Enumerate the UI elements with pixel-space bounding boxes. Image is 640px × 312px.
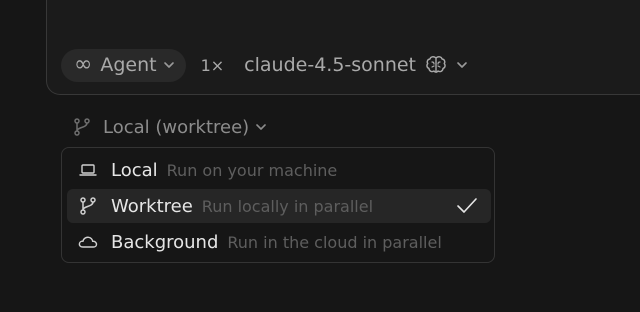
environment-menu: Local Run on your machine Worktree Run l…	[61, 147, 495, 263]
composer-toolbar: ∞ Agent 1× claude-4.5-sonnet	[61, 48, 468, 82]
menu-item-local[interactable]: Local Run on your machine	[67, 153, 491, 187]
chevron-down-icon	[163, 62, 174, 68]
git-branch-icon	[77, 196, 99, 216]
cloud-icon	[77, 234, 99, 250]
check-icon	[457, 198, 477, 213]
menu-item-description: Run in the cloud in parallel	[227, 232, 442, 252]
laptop-icon	[77, 162, 99, 178]
menu-item-title: Background	[111, 231, 219, 253]
menu-item-title: Worktree	[111, 195, 193, 217]
chevron-down-icon	[457, 62, 467, 68]
git-branch-icon	[74, 118, 90, 136]
agent-mode-label: Agent	[100, 54, 157, 76]
menu-item-description: Run locally in parallel	[201, 196, 374, 216]
menu-item-worktree[interactable]: Worktree Run locally in parallel	[67, 189, 491, 223]
model-selector[interactable]: claude-4.5-sonnet	[244, 54, 468, 76]
menu-item-background[interactable]: Background Run in the cloud in parallel	[67, 225, 491, 259]
model-name: claude-4.5-sonnet	[244, 54, 417, 76]
agent-mode-dropdown[interactable]: ∞ Agent	[61, 48, 186, 82]
environment-dropdown[interactable]: Local (worktree)	[72, 113, 267, 141]
environment-label: Local (worktree)	[103, 116, 250, 138]
chevron-down-icon	[256, 124, 267, 130]
brain-icon	[426, 56, 446, 73]
run-multiplier[interactable]: 1×	[201, 56, 225, 75]
menu-item-title: Local	[111, 159, 158, 181]
menu-item-description: Run on your machine	[166, 160, 338, 180]
infinity-icon: ∞	[74, 52, 93, 77]
